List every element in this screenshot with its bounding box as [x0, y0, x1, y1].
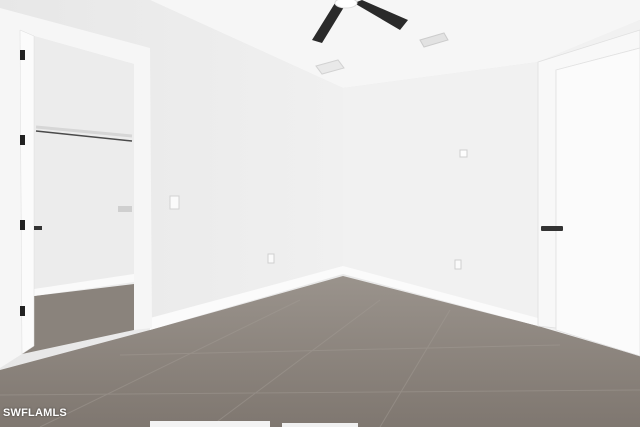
empty-bedroom-photo: SWFLAMLS	[0, 0, 640, 427]
wall-sensor-icon	[459, 149, 468, 158]
door-handle-icon[interactable]	[541, 226, 563, 231]
door-hinge-bottom	[20, 306, 25, 316]
fan-light	[334, 0, 358, 9]
door-hinge-lower	[20, 220, 25, 230]
door-hinge-top	[20, 50, 25, 60]
closet-doorway	[0, 8, 152, 368]
right-door-panel[interactable]	[555, 47, 640, 357]
bedroom-door[interactable]	[537, 29, 640, 357]
room-illustration	[0, 0, 640, 427]
closet-door[interactable]	[19, 29, 35, 355]
light-spill	[282, 423, 358, 427]
light-switch-icon[interactable]	[169, 195, 180, 210]
outlet-icon	[454, 259, 462, 270]
closet-shelf-bracket	[118, 206, 132, 212]
closet-interior-wall	[34, 36, 134, 296]
watermark: SWFLAMLS	[3, 407, 67, 419]
light-spill	[150, 421, 270, 427]
door-handle-icon[interactable]	[34, 226, 42, 230]
door-hinge-middle	[20, 135, 25, 145]
outlet-icon	[267, 253, 275, 264]
